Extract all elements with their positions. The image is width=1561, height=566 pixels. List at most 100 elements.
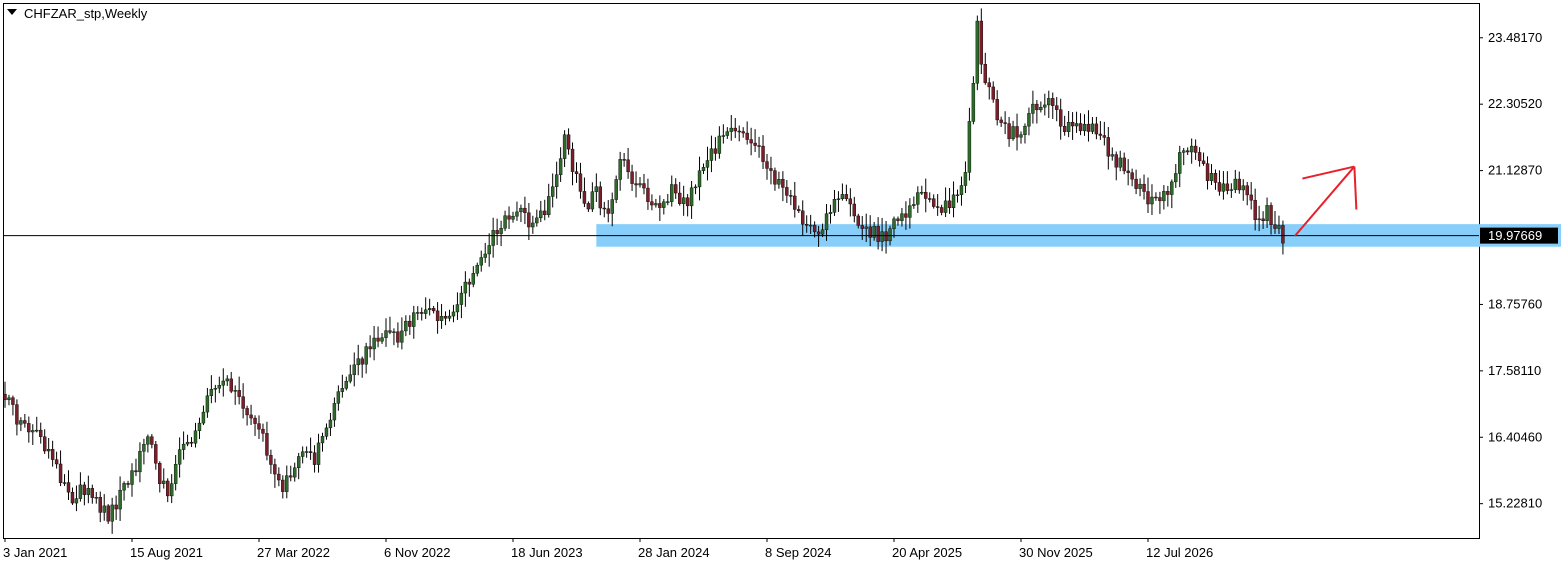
- candle-body: [412, 312, 416, 327]
- candle-body: [451, 311, 456, 317]
- candle-body: [1027, 113, 1031, 127]
- candle-body: [427, 308, 432, 311]
- price-axis[interactable]: 23.48170 22.30520 21.12870 18.75760 17.58110…: [1479, 30, 1558, 511]
- time-tick-label: 15 Aug 2021: [130, 545, 203, 560]
- candle-body: [745, 132, 749, 140]
- candle-body: [614, 179, 618, 200]
- candle-body: [173, 464, 178, 484]
- candle-body: [900, 213, 904, 221]
- price-tick-label: 21.12870: [1488, 163, 1542, 178]
- candle-body: [916, 192, 920, 205]
- price-chart[interactable]: 23.48170 22.30520 21.12870 18.75760 17.58110…: [0, 0, 1561, 566]
- candle-body: [646, 187, 650, 202]
- candle-body: [289, 475, 293, 478]
- candle-body: [1094, 123, 1099, 135]
- candle-body: [1217, 182, 1222, 192]
- candle-body: [241, 396, 245, 409]
- candle-body: [189, 441, 194, 444]
- candle-body: [54, 459, 59, 465]
- candle-body: [753, 142, 757, 146]
- candle-body: [884, 231, 888, 242]
- candle-body: [741, 131, 745, 134]
- candle-body: [1074, 123, 1079, 127]
- candle-body: [392, 331, 396, 333]
- candle-body: [566, 134, 571, 150]
- candle-body: [312, 452, 317, 465]
- candle-body: [368, 346, 372, 350]
- candle-body: [860, 225, 864, 229]
- price-tick-label: 23.48170: [1488, 30, 1542, 45]
- candle-body: [852, 203, 857, 217]
- candle-body: [257, 423, 261, 430]
- candle-body: [642, 183, 646, 189]
- candle-body: [527, 212, 531, 228]
- candle-body: [995, 99, 999, 121]
- candle-body: [662, 201, 666, 208]
- price-tick-label: 15.22810: [1488, 496, 1542, 511]
- candle-body: [1134, 178, 1138, 189]
- candle-body: [58, 463, 63, 483]
- candle-body: [562, 134, 567, 159]
- candle-body: [471, 273, 476, 285]
- candle-body: [1126, 170, 1130, 173]
- candle-body: [892, 218, 896, 229]
- time-tick-label: 12 Jul 2026: [1146, 545, 1213, 560]
- candle-body: [570, 148, 575, 172]
- candle-body: [94, 497, 98, 499]
- candle-body: [487, 245, 491, 255]
- candle-body: [364, 346, 368, 365]
- candle-body: [134, 470, 138, 473]
- candle-body: [340, 388, 345, 392]
- candle-body: [42, 436, 47, 452]
- candle-body: [1170, 181, 1174, 195]
- candle-body: [420, 312, 424, 314]
- candle-body: [19, 420, 23, 425]
- price-tick-label: 17.58110: [1488, 363, 1541, 378]
- candle-body: [467, 281, 472, 285]
- candle-body: [35, 429, 39, 432]
- candle-body: [352, 364, 356, 375]
- candle-body: [74, 498, 79, 504]
- time-axis[interactable]: 3 Jan 2021 15 Aug 2021 27 Mar 2022 6 Nov 20…: [3, 538, 1213, 560]
- candle-body: [328, 419, 333, 429]
- candle-body: [114, 504, 118, 510]
- candle-body: [221, 380, 225, 386]
- candle-body: [709, 148, 714, 161]
- candle-body: [66, 482, 71, 493]
- candle-body: [757, 145, 761, 147]
- candle-body: [118, 489, 122, 510]
- candle-body: [126, 483, 130, 485]
- candle-body: [1070, 121, 1075, 127]
- candle-body: [82, 484, 87, 495]
- candle-body: [7, 397, 11, 401]
- candle-body: [110, 504, 114, 522]
- candle-body: [828, 212, 833, 214]
- candle-body: [277, 473, 281, 481]
- candle-body: [479, 257, 483, 266]
- candle-body: [844, 194, 849, 199]
- candle-body: [150, 436, 154, 445]
- candle-body: [31, 430, 35, 433]
- candle-body: [908, 205, 912, 218]
- candle-body: [1201, 160, 1206, 164]
- candle-body: [360, 358, 364, 365]
- candle-body: [1166, 191, 1170, 195]
- candle-body: [1090, 123, 1095, 132]
- candle-body: [765, 161, 769, 169]
- candle-body: [463, 281, 468, 294]
- candle-body: [404, 320, 408, 332]
- candle-body: [820, 229, 825, 235]
- candle-body: [324, 427, 329, 437]
- time-tick-label: 3 Jan 2021: [3, 545, 67, 560]
- candle-body: [1106, 137, 1111, 157]
- candle-body: [1221, 183, 1226, 192]
- price-tick-label: 16.40460: [1488, 429, 1542, 444]
- candle-body: [483, 253, 487, 258]
- candle: [975, 15, 980, 91]
- candle-body: [713, 148, 718, 154]
- candle-body: [959, 185, 964, 196]
- candle-body: [654, 203, 658, 206]
- candle-body: [408, 320, 412, 327]
- candle-body: [1158, 197, 1162, 202]
- candle-body: [550, 186, 555, 197]
